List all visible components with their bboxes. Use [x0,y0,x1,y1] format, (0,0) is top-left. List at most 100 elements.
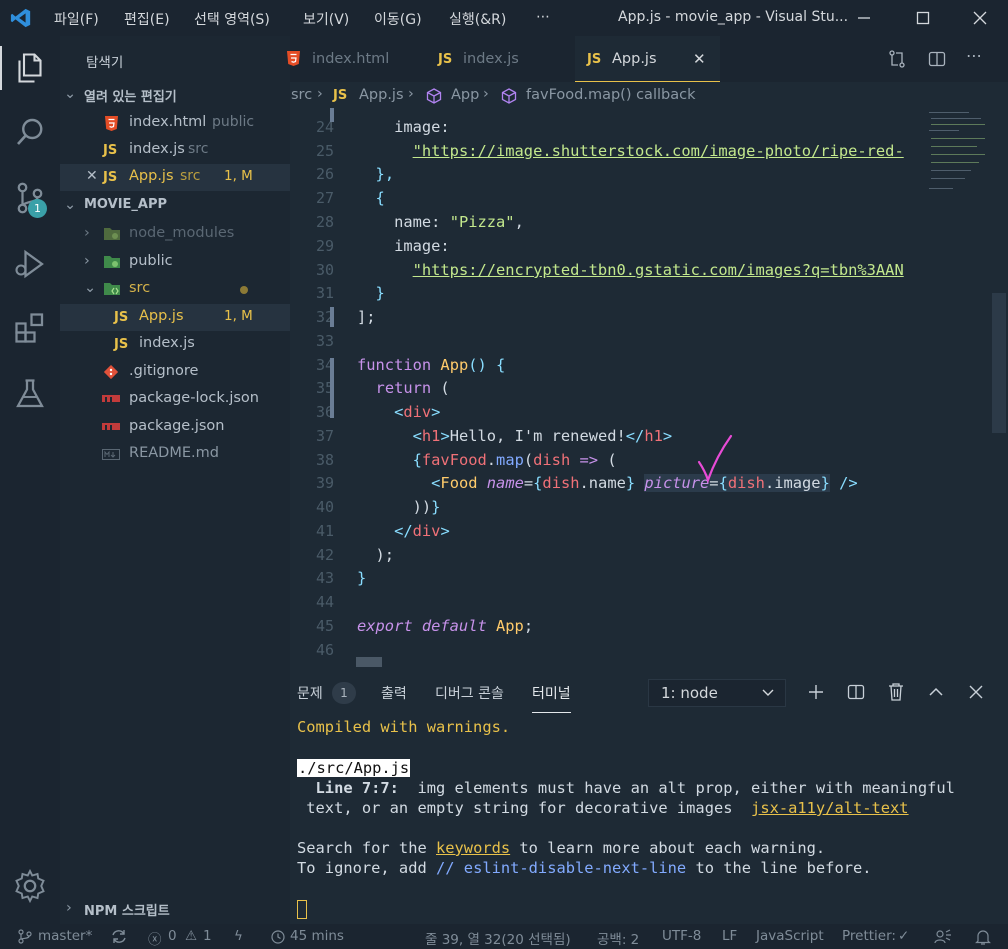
tree-app-js[interactable]: JS App.js 1, M [60,304,290,331]
code-line-28: name: "Pizza", [394,213,524,231]
line-number: 45 [315,617,334,635]
git-icon [104,365,118,379]
feedback-icon[interactable] [934,929,952,945]
close-tab-icon[interactable]: ✕ [693,50,706,68]
tab-terminal[interactable]: 터미널 [532,683,571,713]
tab-debug-console[interactable]: 디버그 콘솔 [435,683,504,703]
js-file-icon: JS [333,88,348,103]
breadcrumb-callback[interactable]: favFood.map() callback [526,87,695,103]
close-window-icon[interactable] [968,6,992,30]
notifications-bell-icon[interactable] [974,928,992,946]
minimize-icon[interactable] [852,6,876,30]
file-status: 1, M [224,168,253,184]
search-icon[interactable] [12,114,48,150]
run-debug-icon[interactable] [12,246,48,282]
tab-problems[interactable]: 문제 [297,683,323,703]
menu-file[interactable]: 파일(F) [54,9,99,29]
tree-gitignore[interactable]: .gitignore [60,359,290,386]
line-number: 39 [315,474,334,492]
tree-item-label: README.md [129,445,219,461]
kill-terminal-trash-icon[interactable] [886,681,906,703]
status-branch[interactable]: master* [38,928,92,944]
maximize-panel-chevron-up-icon[interactable] [926,682,946,702]
status-indentation[interactable]: 공백: 2 [597,928,639,948]
breadcrumb-src[interactable]: src [291,87,312,103]
menu-run[interactable]: 실행(&R) [449,9,506,29]
explorer-icon[interactable] [12,50,48,86]
status-language[interactable]: JavaScript [756,928,824,944]
panel-header: 문제 1 출력 디버그 콘솔 터미널 1: node [290,670,1008,716]
compare-changes-icon[interactable] [887,49,907,69]
status-bar: master* ⓧ 0 ⚠ 1 ϟ 45 mins 줄 39, 열 32(20 … [0,924,1008,949]
status-warnings[interactable]: 1 [203,928,212,944]
menu-go[interactable]: 이동(G) [374,9,422,29]
status-prettier[interactable]: Prettier: [842,928,896,944]
chevron-right-icon: › [84,225,90,241]
terminal-select[interactable]: 1: node [648,679,786,707]
terminal-output[interactable]: Compiled with warnings. ./src/App.js Lin… [290,716,1008,924]
npm-scripts-header[interactable]: › NPM 스크립트 [60,896,290,923]
code-editor[interactable]: 24 25 26 27 28 29 30 31 32 33 34 35 36 37 38 39 40 41 42 43… [290,108,1008,670]
open-editor-app-js[interactable]: ✕ JS App.js src 1, M [60,164,290,191]
code-line-41: </div> [394,522,450,540]
menu-view[interactable]: 보기(V) [303,9,349,29]
status-cursor-position[interactable]: 줄 39, 열 32(20 선택됨) [425,928,571,948]
git-change-bar [330,307,334,327]
project-header[interactable]: ⌄ MOVIE_APP [60,193,290,220]
tab-app-js[interactable]: JS App.js ✕ [575,36,720,82]
open-editor-index-html[interactable]: index.html public [60,110,290,137]
terminal-line: To ignore, add // eslint-disable-next-li… [297,859,872,877]
menu-selection[interactable]: 선택 영역(S) [194,9,270,29]
breadcrumb-file[interactable]: App.js [359,87,404,103]
tree-node-modules[interactable]: › node_modules [60,221,290,248]
open-editors-header[interactable]: ⌄ 열려 있는 편집기 [60,82,290,109]
tree-public[interactable]: › public [60,249,290,276]
more-actions-icon[interactable]: ⋯ [966,46,982,65]
tree-index-js[interactable]: JS index.js [60,331,290,358]
menu-more[interactable]: ⋯ [536,9,550,25]
tab-index-html[interactable]: index.html [287,36,430,82]
code-line-32: ]; [357,308,376,326]
code-line-31: } [375,284,385,302]
close-panel-icon[interactable] [966,682,986,702]
status-encoding[interactable]: UTF-8 [662,928,701,944]
code-line-42: ); [357,546,395,564]
split-terminal-icon[interactable] [846,682,866,702]
status-errors[interactable]: 0 [168,928,177,944]
tree-item-label: public [129,253,173,269]
check-icon: ✓ [898,928,910,944]
tree-readme[interactable]: README.md [60,441,290,468]
new-terminal-icon[interactable] [806,682,826,702]
tree-package-json[interactable]: package.json [60,414,290,441]
menu-edit[interactable]: 편집(E) [124,9,170,29]
split-editor-icon[interactable] [927,49,947,69]
terminal-line: Line 7:7: img elements must have an alt … [297,779,955,797]
lightning-icon[interactable]: ϟ [234,928,243,944]
settings-gear-icon[interactable] [12,868,48,904]
breadcrumb-symbol[interactable]: App [451,87,479,103]
chevron-down-icon [762,689,774,696]
editor-tabs: index.html JS index.js JS App.js ✕ ⋯ [287,36,1008,82]
extensions-icon[interactable] [12,310,48,346]
tab-label: App.js [612,51,657,67]
sync-icon[interactable] [110,928,128,945]
status-time[interactable]: 45 mins [290,928,344,944]
line-number: 44 [315,593,334,611]
tree-src[interactable]: ⌄ src [60,276,290,303]
tab-index-js[interactable]: JS index.js [430,36,570,82]
window-title: App.js - movie_app - Visual Stu... [618,9,849,25]
status-eol[interactable]: LF [722,928,737,944]
testing-flask-icon[interactable] [12,376,48,412]
close-editor-icon[interactable]: ✕ [86,168,98,184]
maximize-icon[interactable] [911,6,935,30]
vertical-scrollbar[interactable] [992,293,1006,433]
open-editors-label: 열려 있는 편집기 [84,90,177,105]
minimap[interactable] [925,108,987,208]
symbol-function-icon [426,88,442,104]
tree-package-lock[interactable]: package-lock.json [60,386,290,413]
terminal-line: text, or an empty string for decorative … [297,799,909,817]
open-editor-index-js[interactable]: JS index.js src [60,137,290,164]
sidebar-title: 탐색기 [86,55,124,71]
tab-output[interactable]: 출력 [381,683,407,703]
npm-icon [102,395,120,402]
